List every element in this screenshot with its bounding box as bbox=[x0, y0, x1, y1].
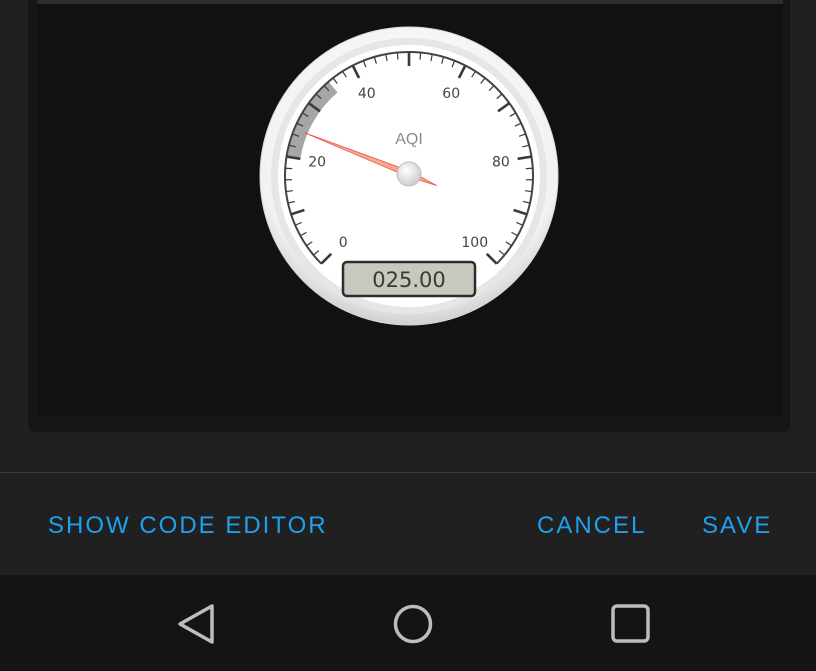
gauge-minor-tick bbox=[396, 52, 399, 60]
save-button[interactable]: SAVE bbox=[702, 512, 772, 540]
gauge-tick-label: 20 bbox=[308, 154, 326, 170]
home-button[interactable] bbox=[389, 600, 437, 648]
recents-square-icon bbox=[611, 604, 650, 643]
gauge-tick-label: 100 bbox=[461, 235, 488, 251]
aqi-gauge: 0 20 40 60 80 100 AQI 025.00 bbox=[259, 26, 559, 326]
gauge-title: AQI bbox=[395, 131, 423, 148]
app-root: 0 20 40 60 80 100 AQI 025.00 SHOW CODE EDITOR… bbox=[0, 0, 816, 671]
android-navigation-bar bbox=[0, 575, 816, 671]
gauge-tick-label: 0 bbox=[339, 235, 348, 251]
gauge-value-readout: 025.00 bbox=[372, 268, 445, 292]
home-circle-icon bbox=[393, 604, 433, 644]
back-triangle-icon bbox=[178, 604, 214, 644]
gauge-minor-tick bbox=[419, 52, 422, 60]
dialog-action-bar: SHOW CODE EDITOR CANCEL SAVE bbox=[0, 473, 816, 575]
cancel-button[interactable]: CANCEL bbox=[537, 512, 646, 540]
gauge-tick-label: 80 bbox=[492, 154, 510, 170]
gauge-tick-label: 40 bbox=[358, 86, 376, 102]
needle-cap bbox=[396, 161, 422, 187]
recents-button[interactable] bbox=[606, 600, 654, 648]
gauge-tick-label: 60 bbox=[442, 86, 460, 102]
back-button[interactable] bbox=[172, 600, 220, 648]
show-code-editor-button[interactable]: SHOW CODE EDITOR bbox=[48, 512, 328, 540]
